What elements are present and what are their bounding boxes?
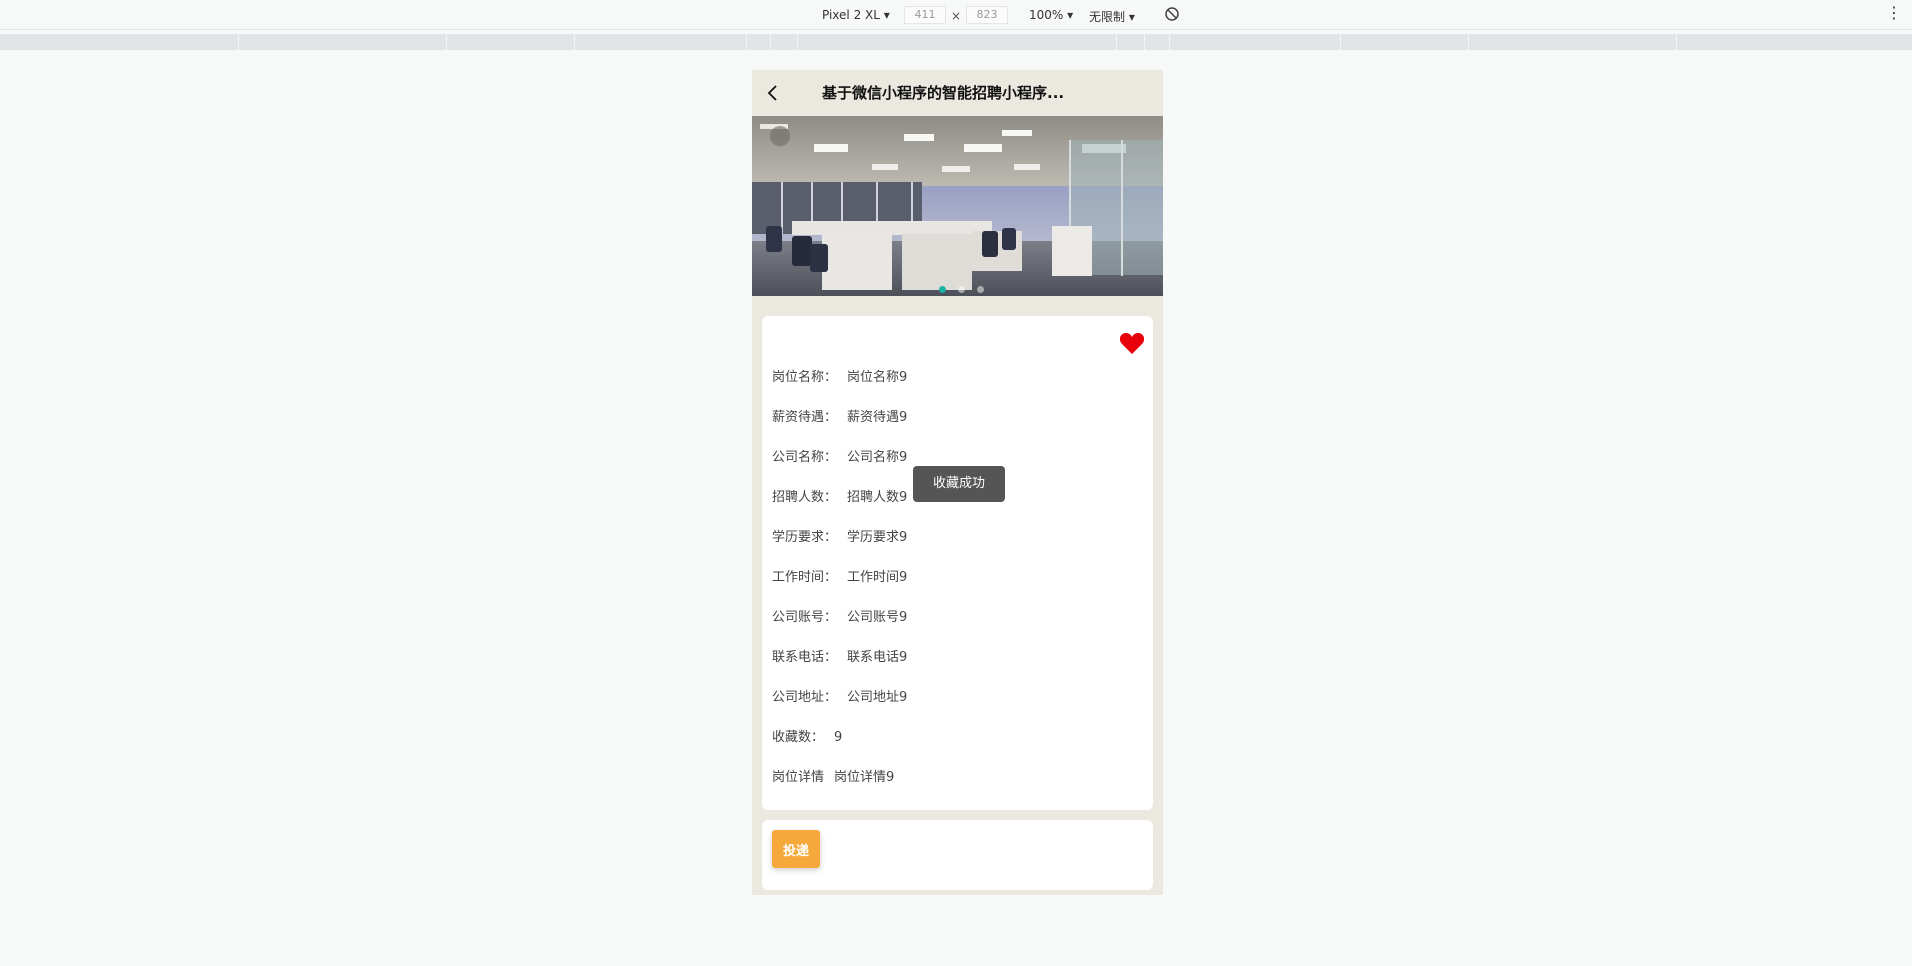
rotate-icon[interactable] bbox=[1163, 5, 1181, 23]
width-input[interactable]: 411 bbox=[904, 6, 946, 24]
carousel-dot[interactable] bbox=[977, 286, 985, 293]
detail-row-work-time: 工作时间： 工作时间9 bbox=[772, 570, 908, 585]
banner-carousel[interactable] bbox=[752, 116, 1163, 296]
page-title: 基于微信小程序的智能招聘小程序... bbox=[822, 84, 1065, 102]
carousel-indicators[interactable] bbox=[939, 278, 991, 296]
detail-row-job-details: 岗位详情 岗位详情9 bbox=[772, 770, 895, 785]
favorite-heart-icon[interactable] bbox=[1119, 332, 1145, 356]
dimension-separator: × bbox=[951, 9, 962, 23]
detail-row-headcount: 招聘人数： 招聘人数9 bbox=[772, 490, 908, 505]
detail-row-address: 公司地址： 公司地址9 bbox=[772, 690, 908, 705]
office-photo bbox=[752, 116, 1163, 296]
carousel-dot[interactable] bbox=[939, 286, 946, 293]
detail-row-favorites: 收藏数： 9 bbox=[772, 730, 843, 745]
back-arrow-icon[interactable] bbox=[762, 82, 784, 104]
carousel-dot[interactable] bbox=[958, 286, 966, 293]
device-ruler bbox=[0, 34, 1912, 50]
detail-row-company-account: 公司账号： 公司账号9 bbox=[772, 610, 908, 625]
job-detail-card: 岗位名称： 岗位名称9 薪资待遇： 薪资待遇9 公司名称： 公司名称9 招聘人数： 招聘… bbox=[762, 316, 1153, 810]
height-input[interactable]: 823 bbox=[966, 6, 1008, 24]
toast-message: 收藏成功 bbox=[913, 466, 1005, 502]
more-options-icon[interactable]: ⋮ bbox=[1886, 3, 1903, 22]
devtools-toolbar: Pixel 2 XL ▾ 411 × 823 100% ▾ 无限制 ▾ ⋮ bbox=[0, 0, 1912, 30]
phone-viewport: 基于微信小程序的智能招聘小程序... 岗位名称： 岗位名称9 薪资待遇： 薪资待… bbox=[752, 70, 1163, 895]
throttle-select[interactable]: 无限制 ▾ bbox=[1089, 8, 1135, 25]
detail-row-education: 学历要求： 学历要求9 bbox=[772, 530, 908, 545]
action-footer: 投递 bbox=[762, 820, 1153, 890]
detail-row-salary: 薪资待遇： 薪资待遇9 bbox=[772, 410, 908, 425]
nav-bar: 基于微信小程序的智能招聘小程序... bbox=[752, 70, 1163, 116]
device-select[interactable]: Pixel 2 XL ▾ bbox=[822, 8, 890, 22]
detail-row-job-name: 岗位名称： 岗位名称9 bbox=[772, 370, 908, 385]
zoom-select[interactable]: 100% ▾ bbox=[1029, 8, 1073, 22]
detail-row-company-name: 公司名称： 公司名称9 bbox=[772, 450, 908, 465]
apply-button[interactable]: 投递 bbox=[772, 830, 820, 868]
detail-row-phone: 联系电话： 联系电话9 bbox=[772, 650, 908, 665]
